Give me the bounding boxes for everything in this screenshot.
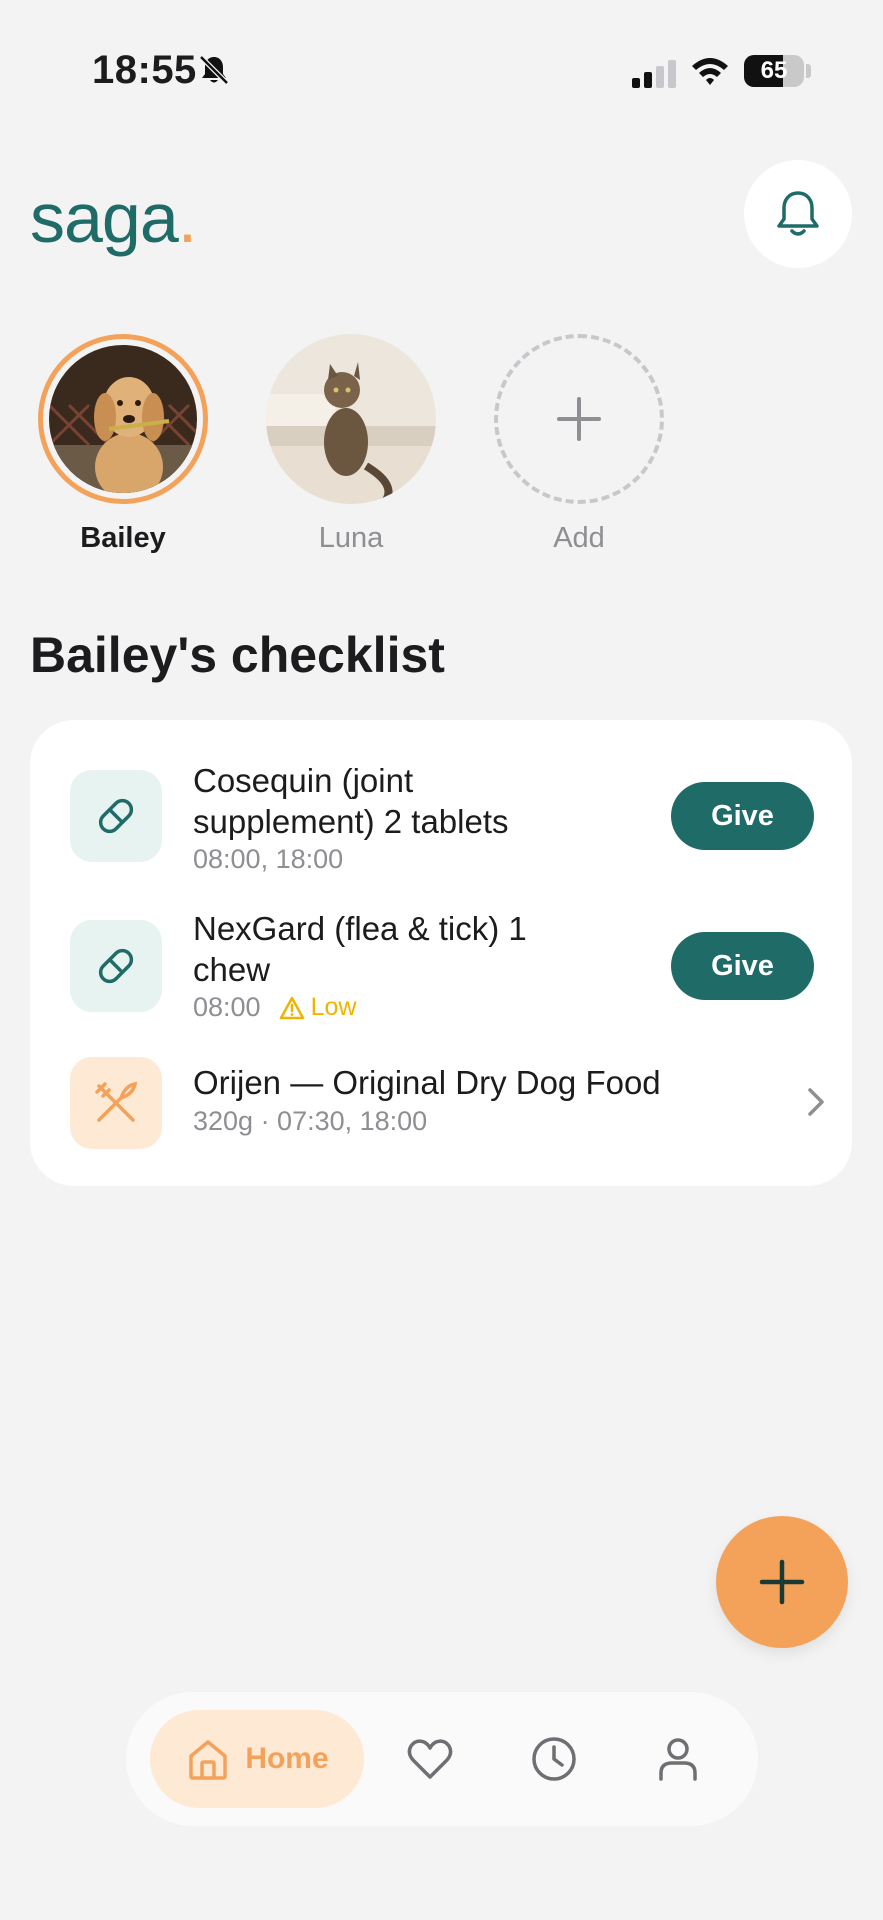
chevron-right-icon[interactable] bbox=[806, 1086, 826, 1118]
bell-slash-icon bbox=[199, 55, 229, 85]
add-fab-button[interactable] bbox=[716, 1516, 848, 1648]
signal-icon bbox=[632, 60, 676, 88]
app-screen: 18:55 65 saga. Bailey Luna Add Bailey's … bbox=[0, 0, 883, 1920]
status-time: 18:55 bbox=[92, 48, 197, 92]
item-title: Orijen — Original Dry Dog Food bbox=[193, 1064, 661, 1101]
pet-avatar-luna bbox=[266, 334, 436, 504]
pet-name: Bailey bbox=[80, 522, 166, 554]
checklist-card: Cosequin (joint supplement) 2 tablets 08… bbox=[30, 720, 852, 1186]
item-title-line1: NexGard (flea & tick) 1 bbox=[193, 910, 527, 947]
heart-icon bbox=[407, 1739, 453, 1779]
add-pet[interactable]: Add bbox=[494, 334, 664, 555]
nav-profile[interactable] bbox=[646, 1727, 710, 1791]
give-button[interactable]: Give bbox=[671, 782, 814, 850]
cat-photo bbox=[266, 334, 436, 504]
nav-home[interactable]: Home bbox=[150, 1710, 364, 1808]
item-title-line2: chew bbox=[193, 951, 271, 988]
pill-icon bbox=[70, 770, 162, 862]
low-stock-badge: Low bbox=[279, 993, 356, 1022]
nav-history[interactable] bbox=[522, 1727, 586, 1791]
pet-bailey[interactable]: Bailey bbox=[38, 334, 208, 555]
item-schedule: 08:00 Low bbox=[193, 992, 357, 1022]
bell-icon bbox=[777, 191, 819, 236]
plus-icon bbox=[759, 1559, 805, 1605]
pet-name: Luna bbox=[318, 522, 384, 554]
fork-knife-icon bbox=[70, 1057, 162, 1149]
status-bar: 18:55 65 bbox=[0, 0, 883, 140]
pet-avatar-bailey bbox=[38, 334, 208, 504]
checklist-title: Bailey's checklist bbox=[30, 627, 445, 683]
item-schedule: 320g · 07:30, 18:00 bbox=[193, 1106, 428, 1136]
give-button[interactable]: Give bbox=[671, 932, 814, 1000]
item-title-line2: supplement) 2 tablets bbox=[193, 803, 509, 840]
battery-percent: 65 bbox=[760, 57, 788, 84]
nav-home-label: Home bbox=[245, 1742, 329, 1775]
pill-icon bbox=[70, 920, 162, 1012]
app-logo: saga. bbox=[30, 179, 197, 257]
add-pet-button[interactable] bbox=[494, 334, 664, 504]
bottom-nav: Home bbox=[126, 1692, 758, 1826]
pet-luna[interactable]: Luna bbox=[266, 334, 436, 555]
dog-photo bbox=[49, 345, 197, 493]
nav-health[interactable] bbox=[398, 1727, 462, 1791]
clock-icon bbox=[532, 1737, 576, 1781]
item-title-line1: Cosequin (joint bbox=[193, 762, 414, 799]
notifications-button[interactable] bbox=[744, 160, 852, 268]
warning-icon bbox=[279, 996, 304, 1019]
user-icon bbox=[659, 1738, 697, 1781]
add-pet-label: Add bbox=[553, 522, 605, 554]
battery-tip bbox=[806, 64, 811, 78]
battery-icon: 65 bbox=[744, 55, 804, 87]
home-icon bbox=[189, 1740, 228, 1780]
wifi-icon bbox=[692, 58, 728, 85]
plus-icon bbox=[557, 397, 601, 441]
item-schedule: 08:00, 18:00 bbox=[193, 844, 344, 874]
